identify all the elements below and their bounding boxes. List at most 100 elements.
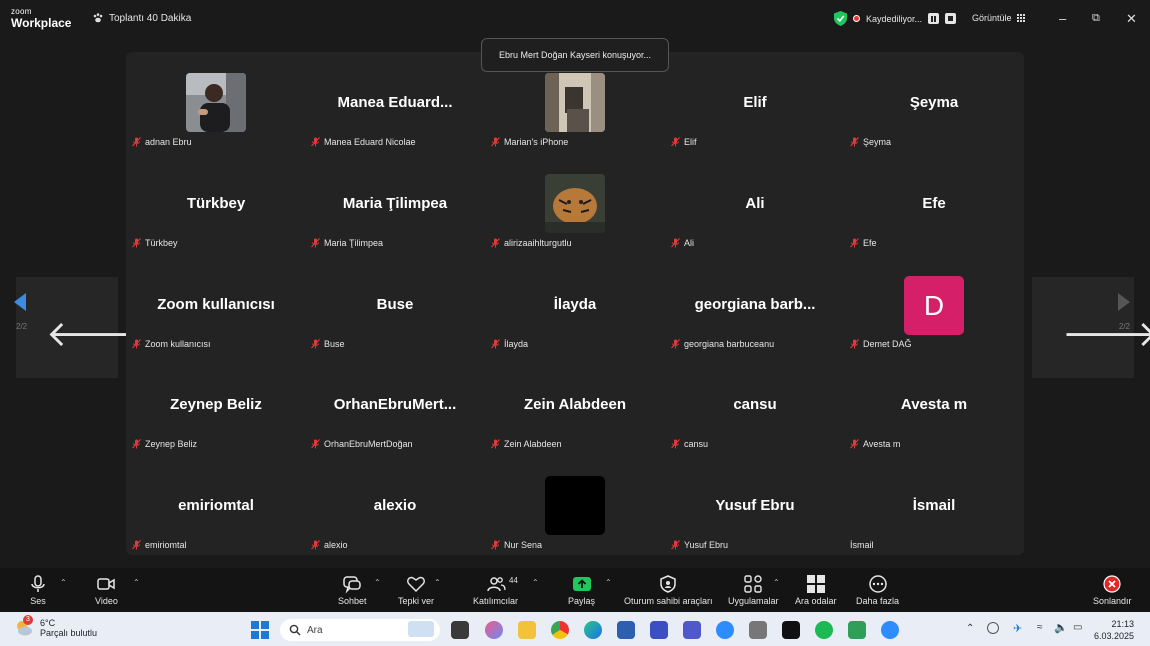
wifi-icon[interactable]: ≈ bbox=[1037, 622, 1043, 633]
participant-tile[interactable]: Avesta m Avesta m bbox=[844, 354, 1024, 455]
participant-name: İlayda bbox=[553, 296, 597, 313]
start-windows-icon[interactable] bbox=[251, 621, 269, 639]
participant-tile[interactable]: İsmail İsmail bbox=[844, 455, 1024, 556]
participant-label: İsmail bbox=[850, 540, 874, 550]
translate-icon[interactable]: ✈ bbox=[1013, 622, 1022, 635]
participant-label: Şeyma bbox=[850, 137, 891, 147]
participant-label: Avesta m bbox=[850, 439, 900, 449]
grid-icon bbox=[1016, 13, 1026, 23]
teams-icon[interactable] bbox=[683, 621, 701, 639]
tray-chevron-icon[interactable]: ⌃ bbox=[966, 623, 974, 634]
spotify-icon[interactable] bbox=[815, 621, 833, 639]
excel-icon[interactable] bbox=[848, 621, 866, 639]
next-page-panel[interactable]: 2/2 🡒 bbox=[1032, 277, 1150, 378]
printer-icon[interactable] bbox=[749, 621, 767, 639]
meeting-info[interactable]: Toplantı 40 Dakika bbox=[92, 12, 191, 24]
mic-muted-icon bbox=[671, 439, 680, 449]
chat-button[interactable]: Sohbet bbox=[338, 574, 367, 606]
participant-label: alexio bbox=[311, 540, 348, 550]
participant-tile[interactable]: İlayda İlayda bbox=[485, 254, 665, 355]
apps-options-caret[interactable]: ⌃ bbox=[773, 578, 780, 587]
prev-page-panel[interactable]: 2/2 🡐 bbox=[14, 277, 143, 378]
video-options-caret[interactable]: ⌃ bbox=[133, 578, 140, 587]
participant-tile[interactable]: alirizaaihlturgutlu bbox=[485, 153, 665, 254]
breakout-rooms-button[interactable]: Ara odalar bbox=[795, 574, 837, 606]
participant-tile[interactable]: emiriomtal emiriomtal bbox=[126, 455, 306, 556]
participant-tile[interactable]: adnan Ebru bbox=[126, 52, 306, 153]
recording-dot-icon bbox=[853, 15, 860, 22]
taskbar-search[interactable]: Ara bbox=[280, 619, 440, 641]
edge-icon[interactable] bbox=[584, 621, 602, 639]
view-button[interactable]: Görüntüle bbox=[972, 13, 1026, 23]
participant-tile[interactable]: alexio alexio bbox=[305, 455, 485, 556]
task-view-icon[interactable] bbox=[451, 621, 469, 639]
weather-widget[interactable]: 3 6°C Parçalı bulutlu bbox=[14, 615, 97, 639]
participant-tile[interactable]: Buse Buse bbox=[305, 254, 485, 355]
participant-tile[interactable]: georgiana barb... georgiana barbuceanu bbox=[665, 254, 845, 355]
host-tools-button[interactable]: Oturum sahibi araçları bbox=[624, 574, 713, 606]
file-explorer-icon[interactable] bbox=[518, 621, 536, 639]
share-options-caret[interactable]: ⌃ bbox=[605, 578, 612, 587]
arrow-right-icon[interactable]: 🡒 bbox=[1062, 311, 1150, 355]
share-button[interactable]: Paylaş bbox=[568, 574, 595, 606]
pause-recording-button[interactable] bbox=[928, 13, 940, 24]
apps-button[interactable]: Uygulamalar bbox=[728, 574, 779, 606]
participant-label: Türkbey bbox=[132, 238, 178, 248]
recording-status: Kaydediliyor... bbox=[866, 13, 923, 24]
stop-recording-button[interactable] bbox=[945, 13, 957, 24]
react-button[interactable]: Tepki ver bbox=[398, 574, 434, 606]
capcut-icon[interactable] bbox=[782, 621, 800, 639]
participant-name: Efe bbox=[922, 195, 946, 212]
audio-button[interactable]: Ses bbox=[28, 574, 48, 606]
battery-icon[interactable]: ▭ bbox=[1073, 622, 1082, 633]
video-feed bbox=[186, 73, 246, 132]
store-icon[interactable] bbox=[617, 621, 635, 639]
security-shield-icon[interactable] bbox=[834, 11, 847, 26]
participant-tile[interactable]: Manea Eduard... Manea Eduard Nicolae bbox=[305, 52, 485, 153]
participant-tile[interactable]: cansu cansu bbox=[665, 354, 845, 455]
participant-tile[interactable]: Yusuf Ebru Yusuf Ebru bbox=[665, 455, 845, 556]
restore-icon[interactable]: ⧉ bbox=[1092, 12, 1100, 25]
close-icon[interactable]: ✕ bbox=[1126, 11, 1137, 27]
system-clock[interactable]: 21:13 6.03.2025 bbox=[1094, 619, 1134, 642]
participant-tile[interactable]: Zein Alabdeen Zein Alabdeen bbox=[485, 354, 665, 455]
participant-name: Ali bbox=[745, 195, 765, 212]
zoom-taskbar-icon[interactable] bbox=[716, 621, 734, 639]
participant-tile[interactable]: Elif Elif bbox=[665, 52, 845, 153]
search-placeholder: Ara bbox=[307, 624, 323, 636]
participants-options-caret[interactable]: ⌃ bbox=[532, 578, 539, 587]
meeting-toolbar: Ses ⌃ Video ⌃ Sohbet ⌃ Tepki ver ⌃ Katıl… bbox=[0, 568, 1150, 612]
participant-tile[interactable]: OrhanEbruMert... OrhanEbruMertDoğan bbox=[305, 354, 485, 455]
view-label: Görüntüle bbox=[972, 13, 1012, 23]
participant-tile[interactable]: Nur Sena bbox=[485, 455, 665, 556]
copilot-icon[interactable] bbox=[485, 621, 503, 639]
mic-muted-icon bbox=[491, 137, 500, 147]
participant-tile[interactable]: Maria Ţilimpea Maria Ţilimpea bbox=[305, 153, 485, 254]
participant-tile[interactable]: Efe Efe bbox=[844, 153, 1024, 254]
react-options-caret[interactable]: ⌃ bbox=[434, 578, 441, 587]
video-button[interactable]: Video bbox=[95, 574, 118, 606]
mic-muted-icon bbox=[850, 439, 859, 449]
zoom-active-icon[interactable] bbox=[881, 621, 899, 639]
participant-name: cansu bbox=[733, 396, 777, 413]
breakout-rooms-icon bbox=[806, 575, 825, 593]
end-meeting-button[interactable]: Sonlandır bbox=[1093, 574, 1132, 606]
mic-muted-icon bbox=[132, 439, 141, 449]
editor-icon[interactable] bbox=[650, 621, 668, 639]
minimize-icon[interactable]: – bbox=[1059, 11, 1066, 26]
mic-muted-icon bbox=[132, 540, 141, 550]
tray-app-icon[interactable] bbox=[987, 622, 999, 634]
audio-options-caret[interactable]: ⌃ bbox=[60, 578, 67, 587]
participant-tile[interactable]: Ali Ali bbox=[665, 153, 845, 254]
participant-tile[interactable]: Türkbey Türkbey bbox=[126, 153, 306, 254]
participant-tile[interactable]: D Demet DAĞ bbox=[844, 254, 1024, 355]
participant-name: Buse bbox=[376, 296, 414, 313]
chat-options-caret[interactable]: ⌃ bbox=[374, 578, 381, 587]
more-button[interactable]: Daha fazla bbox=[856, 574, 899, 606]
participant-tile[interactable]: Zoom kullanıcısı Zoom kullanıcısı bbox=[126, 254, 306, 355]
volume-icon[interactable]: 🔈 bbox=[1054, 621, 1068, 634]
participant-tile[interactable]: Zeynep Beliz Zeynep Beliz bbox=[126, 354, 306, 455]
participant-tile[interactable]: Şeyma Şeyma bbox=[844, 52, 1024, 153]
chrome-icon[interactable] bbox=[551, 621, 569, 639]
participant-name: Şeyma bbox=[909, 94, 959, 111]
